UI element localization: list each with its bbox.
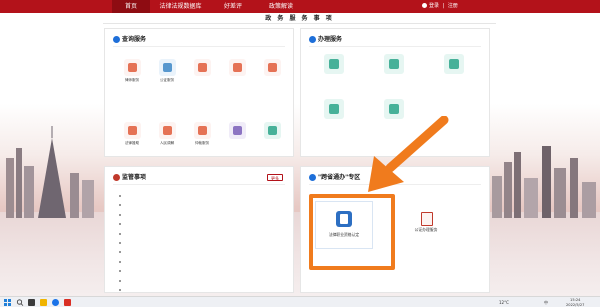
tile-arbitration[interactable]: 仲裁服务	[187, 122, 217, 145]
tile-mediation[interactable]: 人民调解	[152, 122, 182, 145]
list-item[interactable]	[119, 285, 289, 294]
list-item[interactable]	[119, 257, 289, 266]
list-item[interactable]	[119, 191, 289, 200]
notary-icon	[158, 59, 176, 76]
doc-icon	[444, 54, 464, 74]
appraisal-icon	[263, 59, 281, 76]
tile-appraisal[interactable]	[257, 59, 287, 78]
nav-policy-interpretation[interactable]: 政策解读	[258, 0, 304, 13]
app-icon[interactable]	[64, 299, 71, 306]
more-button[interactable]: 更多	[267, 174, 283, 181]
windows-taskbar: 12°C 中 15:24 2022/5/27	[0, 296, 600, 307]
tile-hongkong-lawyer[interactable]	[222, 122, 252, 141]
supervision-heading: 监管事项	[113, 174, 146, 182]
lawyer-icon	[123, 59, 141, 76]
file-explorer-icon[interactable]	[40, 299, 47, 306]
tile-handle-2[interactable]	[371, 54, 417, 76]
tile-notary-service[interactable]: 公证服务	[152, 59, 182, 82]
tile-notary-handling[interactable]: 公证办理服务	[391, 211, 461, 251]
scale-icon	[419, 211, 433, 226]
divider	[113, 184, 285, 185]
taiwan-icon	[263, 122, 281, 139]
nav-good-bad-review[interactable]: 好差评	[212, 0, 254, 13]
system-clock[interactable]: 15:24 2022/5/27	[566, 298, 584, 307]
handling-icon	[309, 36, 316, 43]
page-title: 政 务 服 务 事 项	[103, 14, 496, 24]
top-navigation-bar: 首页 法律法规数据库 好差评 政策解读 登录 | 注册	[0, 0, 600, 13]
judicial-icon	[193, 59, 211, 76]
tile-handle-1[interactable]	[311, 54, 357, 76]
highlight-box	[309, 194, 395, 270]
mediation-icon	[158, 122, 176, 139]
arbitration-icon	[193, 122, 211, 139]
tile-handle-3[interactable]	[431, 54, 477, 76]
tile-taiwan-lawyer[interactable]	[257, 122, 287, 141]
list-item[interactable]	[119, 210, 289, 219]
list-item[interactable]	[119, 238, 289, 247]
list-item[interactable]	[119, 266, 289, 275]
doc-icon	[324, 54, 344, 74]
user-icon	[422, 3, 427, 8]
skyline-left-image	[6, 126, 94, 218]
windows-start-icon[interactable]	[4, 299, 11, 306]
register-link[interactable]: 注册	[448, 3, 458, 9]
tile-exam[interactable]	[222, 59, 252, 78]
supervision-matters-panel: 监管事项 更多	[104, 166, 294, 293]
divider	[113, 46, 285, 47]
list-item[interactable]	[119, 247, 289, 256]
query-services-panel: 查询服务 律师服务 公证服务 法律援助 人民调解 仲裁服务	[104, 28, 294, 180]
divider	[309, 46, 481, 47]
login-area: 登录 | 注册	[422, 0, 458, 13]
supervision-list	[119, 191, 289, 294]
cross-province-heading: "跨省通办"专区	[309, 174, 360, 182]
search-icon[interactable]	[16, 299, 24, 306]
nav-home[interactable]: 首页	[112, 0, 150, 13]
exam-icon	[228, 59, 246, 76]
hongkong-icon	[228, 122, 246, 139]
list-item[interactable]	[119, 229, 289, 238]
tile-legal-aid[interactable]: 法律援助	[117, 122, 147, 145]
tile-handle-4[interactable]	[311, 99, 357, 121]
cross-province-icon	[309, 174, 316, 181]
doc-icon	[384, 54, 404, 74]
query-services-heading: 查询服务	[113, 36, 146, 44]
nav-law-database[interactable]: 法律法规数据库	[153, 0, 208, 13]
skyline-right-image	[492, 146, 596, 218]
handling-services-heading: 办理服务	[309, 36, 342, 44]
tile-lawyer-service[interactable]: 律师服务	[117, 59, 147, 82]
supervision-icon	[113, 174, 120, 181]
list-item[interactable]	[119, 219, 289, 228]
login-link[interactable]: 登录	[429, 3, 439, 9]
list-item[interactable]	[119, 276, 289, 285]
browser-icon[interactable]	[52, 299, 59, 306]
tile-judicial[interactable]	[187, 59, 217, 78]
task-view-icon[interactable]	[28, 299, 35, 306]
ime-indicator[interactable]: 中	[544, 297, 548, 307]
pointer-arrow-icon	[368, 116, 449, 192]
query-icon	[113, 36, 120, 43]
list-item[interactable]	[119, 200, 289, 209]
weather-text: 12°C	[499, 300, 509, 305]
legal-aid-icon	[123, 122, 141, 139]
doc-icon	[324, 99, 344, 119]
